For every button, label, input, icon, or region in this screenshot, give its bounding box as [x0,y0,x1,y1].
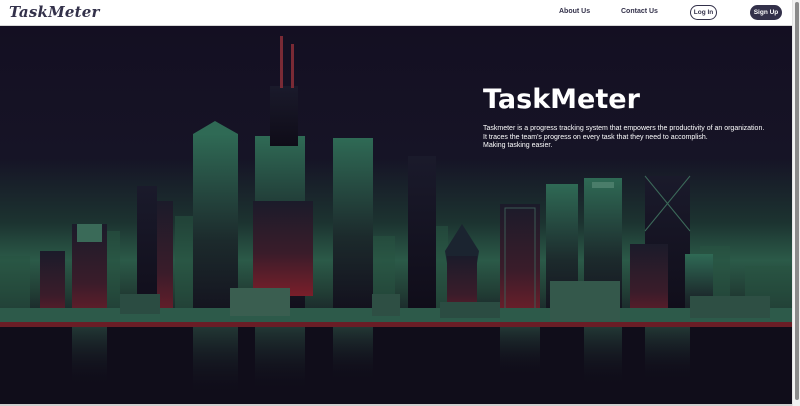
nav-link-about-us[interactable]: About Us [559,8,590,15]
hero-section: TaskMeter Taskmeter is a progress tracki… [0,26,792,404]
hero-description-line: It traces the team's progress on every t… [483,133,708,141]
city-skyline-illustration [0,36,792,404]
page-scrollbar[interactable] [792,0,800,406]
hero-description-line: Making tasking easier. [483,142,553,149]
login-button[interactable]: Log In [690,5,717,20]
hero-description-line: Taskmeter is a progress tracking system … [483,125,765,132]
hero-title: TaskMeter [483,84,640,115]
scrollbar-thumb[interactable] [795,2,799,400]
hero-description: Taskmeter is a progress tracking system … [483,125,783,151]
nav-link-contact-us[interactable]: Contact Us [621,8,658,15]
top-navbar: TaskMeter About Us Contact Us Log In Sig… [0,0,792,26]
taskmeter-logo[interactable]: TaskMeter [9,3,100,21]
signup-button[interactable]: Sign Up [750,5,782,20]
